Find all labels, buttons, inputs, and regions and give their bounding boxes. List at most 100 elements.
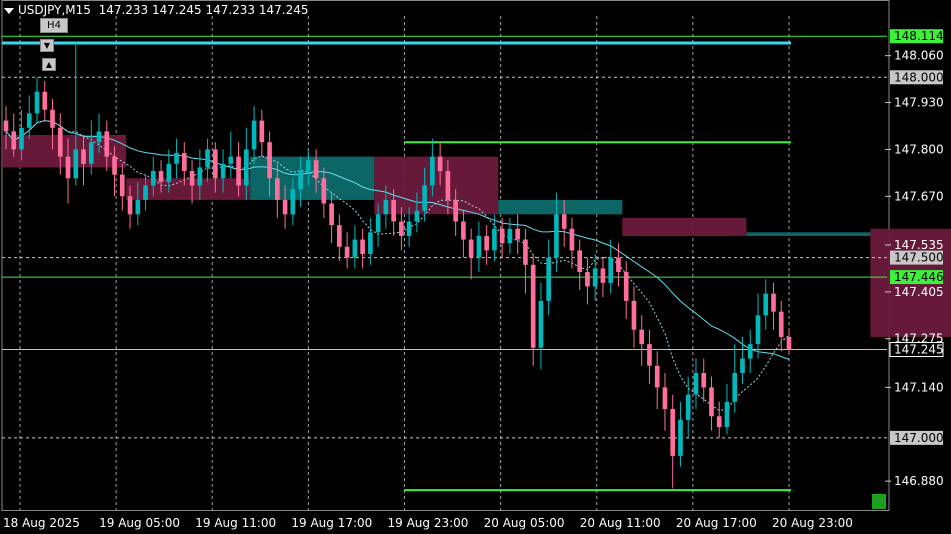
y-tick-label: 147.405: [894, 285, 944, 299]
bull-candle: [724, 401, 730, 428]
bear-candle: [11, 131, 17, 150]
price-label-text: 147.446: [894, 270, 944, 284]
arrow-up-icon[interactable]: ▲: [42, 58, 56, 71]
y-tick-label: 146.880: [894, 474, 944, 488]
timeframe-button[interactable]: H4: [40, 18, 68, 33]
symbol-label: USDJPY,M15: [18, 3, 91, 17]
bear-candle: [654, 365, 660, 388]
x-tick-label: 20 Aug 11:00: [580, 516, 661, 530]
bear-candle: [275, 178, 280, 200]
bear-candle: [282, 199, 288, 215]
bull-candle: [678, 419, 683, 456]
bull-candle: [298, 171, 303, 190]
menu-triangle-icon[interactable]: [4, 7, 14, 14]
y-tick-label: 147.670: [894, 189, 944, 203]
bull-candle: [96, 131, 102, 143]
price-label-text: 148.114: [894, 29, 944, 43]
bull-candle: [251, 120, 257, 150]
bear-candle: [112, 156, 117, 175]
bear-candle: [515, 228, 520, 240]
bull-candle: [693, 372, 699, 395]
bull-candle: [732, 372, 738, 402]
bear-candle: [236, 156, 241, 186]
bear-candle: [65, 156, 71, 179]
bear-candle: [344, 246, 350, 258]
bull-candle: [592, 268, 598, 287]
bear-candle: [445, 171, 451, 200]
bear-candle: [337, 225, 342, 247]
bull-candle: [135, 199, 141, 215]
bull-candle: [476, 235, 482, 258]
bear-candle: [716, 416, 722, 428]
bull-candle: [763, 293, 769, 316]
bear-candle: [42, 91, 48, 110]
x-tick-label: 19 Aug 11:00: [195, 516, 276, 530]
bull-candle: [414, 210, 420, 222]
bear-candle: [786, 336, 792, 350]
bull-candle: [375, 214, 381, 233]
bull-candle: [228, 156, 234, 164]
bear-candle: [499, 228, 505, 244]
bull-candle: [755, 315, 761, 345]
bear-candle: [437, 156, 443, 172]
bull-candle: [205, 149, 210, 168]
bull-candle: [26, 113, 32, 128]
bear-candle: [453, 199, 458, 222]
bear-candle: [577, 250, 583, 273]
bear-candle: [639, 329, 645, 345]
bear-candle: [158, 171, 164, 182]
bear-candle: [313, 160, 319, 179]
bear-candle: [662, 387, 668, 410]
bear-candle: [771, 293, 776, 312]
bull-candle: [492, 228, 497, 251]
bear-candle: [57, 127, 63, 157]
bull-candle: [740, 358, 745, 373]
x-tick-label: 19 Aug 05:00: [99, 516, 180, 530]
bear-candle: [399, 221, 404, 236]
bear-candle: [600, 268, 606, 283]
h4-bull-box: [746, 232, 871, 236]
bear-candle: [259, 120, 265, 143]
bear-candle: [189, 171, 195, 186]
y-tick-label: 147.140: [894, 380, 944, 394]
bull-candle: [19, 127, 24, 150]
bear-candle: [329, 203, 334, 226]
bear-candle: [631, 300, 637, 330]
bear-candle: [623, 272, 629, 301]
bull-candle: [174, 153, 179, 164]
bull-candle: [546, 257, 551, 301]
bear-candle: [530, 264, 536, 348]
bull-candle: [88, 142, 94, 164]
bear-candle: [104, 131, 110, 157]
x-tick-label: 19 Aug 23:00: [388, 516, 469, 530]
price-chart[interactable]: 18 Aug 2025 19 Aug 05:00 19 Aug 11:00 19 Au…: [0, 0, 951, 534]
bull-candle: [143, 185, 148, 200]
bear-candle: [585, 272, 590, 287]
y-tick-label: 148.060: [894, 49, 944, 63]
bear-candle: [81, 149, 86, 164]
bear-candle: [523, 239, 528, 265]
bull-candle: [406, 221, 412, 236]
bull-candle: [150, 171, 156, 186]
bull-candle: [220, 163, 226, 179]
bear-candle: [484, 235, 489, 251]
y-tick-label: 147.800: [894, 142, 944, 156]
bull-candle: [34, 91, 40, 114]
bull-candle: [538, 300, 544, 348]
bear-candle: [321, 178, 327, 204]
x-tick-label: 20 Aug 05:00: [484, 516, 565, 530]
arrow-down-icon[interactable]: ▼: [40, 39, 54, 52]
bull-candle: [383, 199, 389, 215]
h4-bear-box: [622, 217, 747, 236]
bull-candle: [352, 239, 358, 258]
bull-candle: [422, 185, 427, 211]
bear-candle: [647, 344, 652, 366]
bull-candle: [685, 394, 691, 420]
bear-candle: [3, 120, 9, 132]
corner-marker: [872, 494, 886, 509]
x-tick-label: 20 Aug 17:00: [676, 516, 757, 530]
h4-bull-box: [498, 199, 623, 215]
bull-candle: [306, 160, 311, 172]
bull-candle: [747, 344, 753, 359]
bear-candle: [778, 311, 784, 337]
